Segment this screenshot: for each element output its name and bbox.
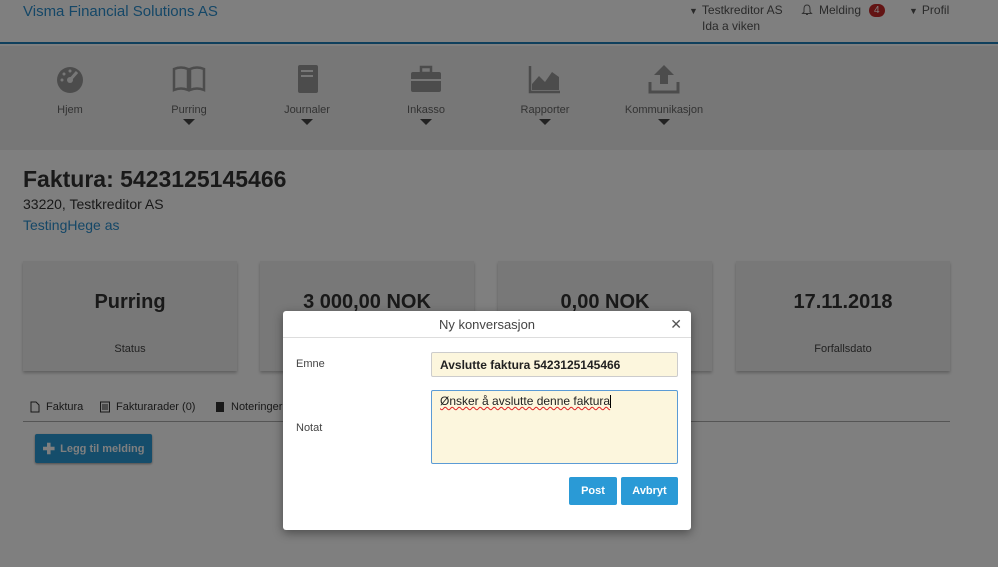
note-label: Notat — [296, 422, 323, 434]
dialog-header: Ny konversasjon ✕ — [283, 311, 691, 338]
subject-field[interactable]: Avslutte faktura 5423125145466 — [431, 352, 678, 377]
close-icon[interactable]: ✕ — [670, 316, 682, 333]
post-button[interactable]: Post — [569, 477, 617, 505]
dialog-title: Ny konversasjon — [438, 317, 536, 332]
subject-label: Emne — [296, 358, 325, 370]
cancel-button[interactable]: Avbryt — [621, 477, 678, 505]
new-conversation-dialog: Ny konversasjon ✕ Emne Avslutte faktura … — [283, 311, 691, 530]
note-field[interactable]: Ønsker å avslutte denne faktura — [431, 390, 678, 464]
text-cursor — [610, 395, 612, 409]
note-text: Ønsker å avslutte denne faktura — [440, 394, 611, 408]
